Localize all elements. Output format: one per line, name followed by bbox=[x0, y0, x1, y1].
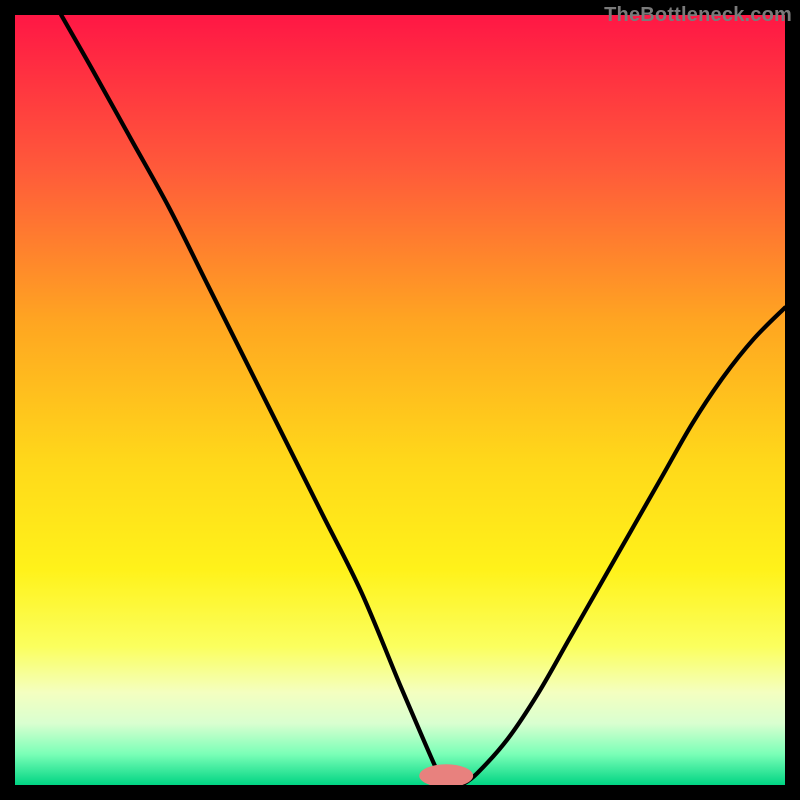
chart-frame: TheBottleneck.com bbox=[0, 0, 800, 800]
bottleneck-chart bbox=[15, 15, 785, 785]
watermark-text: TheBottleneck.com bbox=[604, 4, 792, 27]
gradient-background bbox=[15, 15, 785, 785]
